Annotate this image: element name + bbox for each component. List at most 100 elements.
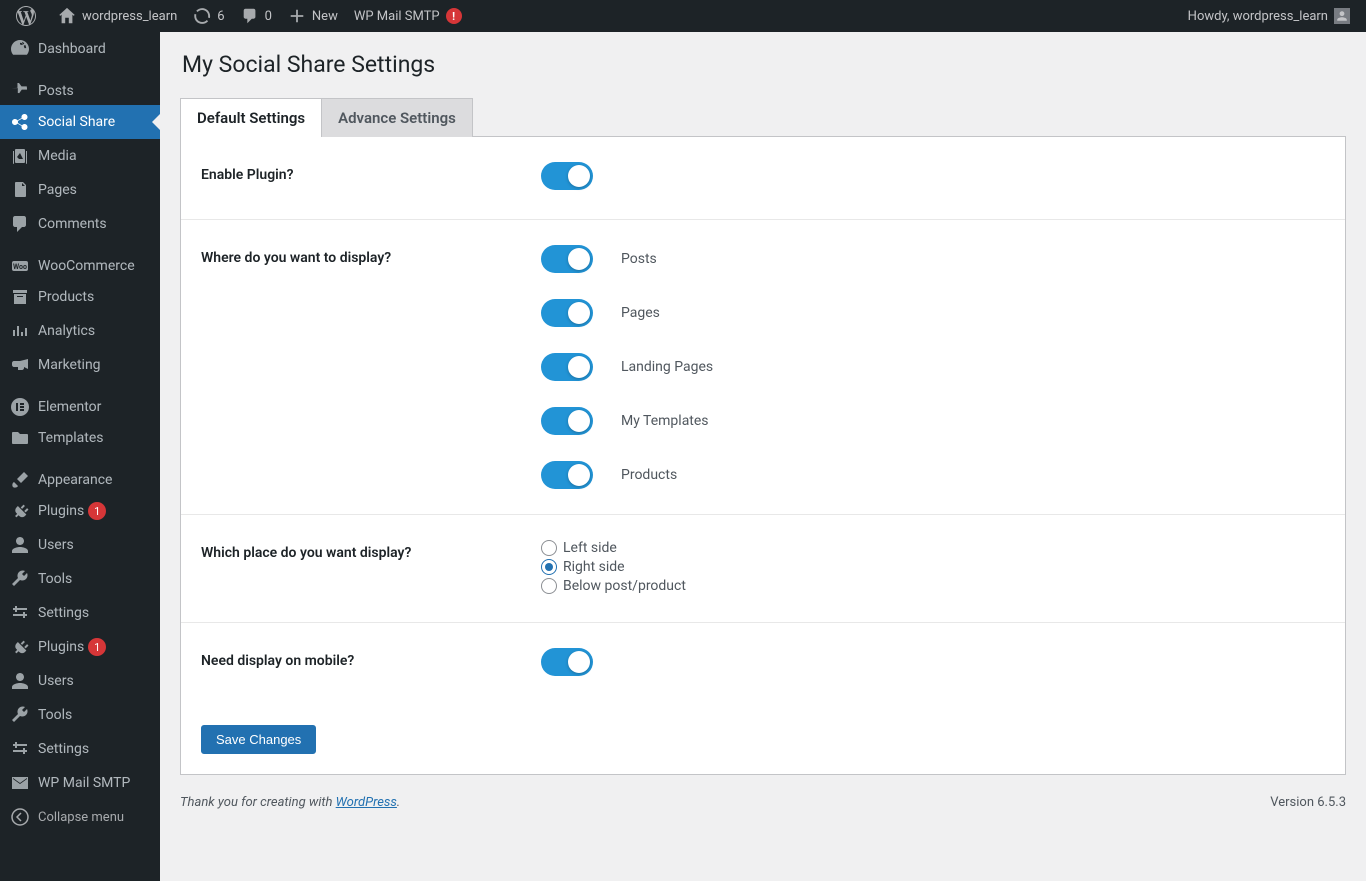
avatar: [1334, 8, 1350, 24]
folder-icon: [10, 428, 30, 448]
sidebar-item-appearance[interactable]: Appearance: [0, 460, 160, 494]
mail-icon: [10, 773, 30, 793]
radio-icon: [541, 540, 557, 556]
comments-count: 0: [265, 9, 272, 24]
enable-plugin-label: Enable Plugin?: [181, 137, 531, 220]
updates-count: 6: [217, 9, 224, 24]
display-option-row: Posts: [541, 245, 1335, 273]
page-icon: [10, 180, 30, 200]
share-icon: [10, 112, 30, 132]
enable-plugin-toggle[interactable]: [541, 162, 593, 190]
smtp-link[interactable]: WP Mail SMTP !: [346, 0, 470, 32]
display-toggle-products[interactable]: [541, 461, 593, 489]
wrench-icon: [10, 569, 30, 589]
sidebar-item-plugins[interactable]: Plugins1: [0, 630, 160, 664]
account-link[interactable]: Howdy, wordpress_learn: [1180, 0, 1358, 32]
sidebar-item-label: Templates: [38, 430, 104, 446]
sidebar-item-media[interactable]: Media: [0, 139, 160, 173]
tab-default-settings[interactable]: Default Settings: [180, 98, 322, 137]
woo-icon: [10, 256, 30, 276]
analytics-icon: [10, 321, 30, 341]
sidebar-item-comments[interactable]: Comments: [0, 207, 160, 241]
sidebar-item-pages[interactable]: Pages: [0, 173, 160, 207]
sidebar-item-social-share[interactable]: Social Share: [0, 105, 160, 139]
updates-link[interactable]: 6: [185, 0, 232, 32]
wp-logo[interactable]: [8, 0, 50, 32]
page-title: My Social Share Settings: [180, 42, 1346, 98]
plug-icon: [10, 637, 30, 657]
sidebar-item-label: Products: [38, 289, 94, 305]
sliders-icon: [10, 603, 30, 623]
footer-thank-prefix: Thank you for creating with: [180, 795, 336, 810]
sidebar-item-templates[interactable]: Templates: [0, 421, 160, 455]
sidebar-item-settings[interactable]: Settings: [0, 596, 160, 630]
radio-icon: [541, 578, 557, 594]
settings-panel: Enable Plugin? Where do you want to disp…: [180, 136, 1346, 775]
comments-link[interactable]: 0: [233, 0, 280, 32]
mobile-toggle[interactable]: [541, 648, 593, 676]
sidebar-item-label: Users: [38, 673, 74, 689]
smtp-error-badge: !: [446, 8, 462, 24]
display-option-label: Landing Pages: [621, 359, 713, 375]
sidebar-item-settings[interactable]: Settings: [0, 732, 160, 766]
sidebar-item-label: Posts: [38, 83, 74, 99]
mobile-label: Need display on mobile?: [181, 623, 531, 706]
display-option-row: Pages: [541, 299, 1335, 327]
sidebar-item-label: Plugins: [38, 639, 84, 655]
elementor-icon: [10, 397, 30, 417]
sidebar-item-marketing[interactable]: Marketing: [0, 348, 160, 382]
new-link[interactable]: New: [280, 0, 346, 32]
new-label: New: [312, 9, 338, 24]
sidebar-item-wp-mail-smtp[interactable]: WP Mail SMTP: [0, 766, 160, 800]
wrench-icon: [10, 705, 30, 725]
sidebar-item-users[interactable]: Users: [0, 664, 160, 698]
comment-icon: [241, 7, 259, 25]
sidebar-item-tools[interactable]: Tools: [0, 698, 160, 732]
display-option-row: Products: [541, 461, 1335, 489]
sidebar-item-label: WooCommerce: [38, 258, 135, 274]
sidebar-item-dashboard[interactable]: Dashboard: [0, 32, 160, 66]
megaphone-icon: [10, 355, 30, 375]
sidebar-item-label: Appearance: [38, 472, 112, 488]
main-content: My Social Share Settings Default Setting…: [160, 32, 1366, 881]
brush-icon: [10, 470, 30, 490]
place-label: Which place do you want display?: [181, 515, 531, 623]
sidebar-item-label: WP Mail SMTP: [38, 775, 130, 791]
site-name-link[interactable]: wordpress_learn: [50, 0, 185, 32]
sidebar-item-analytics[interactable]: Analytics: [0, 314, 160, 348]
sidebar-item-label: Settings: [38, 741, 89, 757]
display-toggle-landing-pages[interactable]: [541, 353, 593, 381]
tabs: Default SettingsAdvance Settings: [180, 98, 1346, 137]
sidebar-item-tools[interactable]: Tools: [0, 562, 160, 596]
sidebar-item-woocommerce[interactable]: WooCommerce: [0, 246, 160, 280]
place-option-label: Below post/product: [563, 578, 686, 594]
footer-wp-link[interactable]: WordPress: [336, 795, 397, 810]
display-option-label: My Templates: [621, 413, 709, 429]
collapse-menu[interactable]: Collapse menu: [0, 800, 160, 834]
place-option-below-post-product[interactable]: Below post/product: [541, 578, 1335, 594]
sidebar-item-label: Social Share: [38, 114, 115, 130]
user-icon: [10, 535, 30, 555]
sidebar-item-elementor[interactable]: Elementor: [0, 387, 160, 421]
sidebar-item-products[interactable]: Products: [0, 280, 160, 314]
smtp-label: WP Mail SMTP: [354, 9, 440, 24]
save-button[interactable]: Save Changes: [201, 725, 316, 754]
sidebar-item-label: Analytics: [38, 323, 95, 339]
media-icon: [10, 146, 30, 166]
sidebar-item-users[interactable]: Users: [0, 528, 160, 562]
comment-icon: [10, 214, 30, 234]
sidebar-item-plugins[interactable]: Plugins1: [0, 494, 160, 528]
place-option-left-side[interactable]: Left side: [541, 540, 1335, 556]
sidebar-item-label: Elementor: [38, 399, 101, 415]
place-option-right-side[interactable]: Right side: [541, 559, 1335, 575]
sliders-icon: [10, 739, 30, 759]
tab-advance-settings[interactable]: Advance Settings: [321, 98, 473, 137]
display-toggle-posts[interactable]: [541, 245, 593, 273]
display-toggle-my-templates[interactable]: [541, 407, 593, 435]
display-option-label: Posts: [621, 251, 657, 267]
place-option-label: Left side: [563, 540, 617, 556]
pin-icon: [10, 81, 30, 101]
sidebar-item-posts[interactable]: Posts: [0, 71, 160, 105]
display-toggle-pages[interactable]: [541, 299, 593, 327]
display-where-label: Where do you want to display?: [181, 220, 531, 515]
